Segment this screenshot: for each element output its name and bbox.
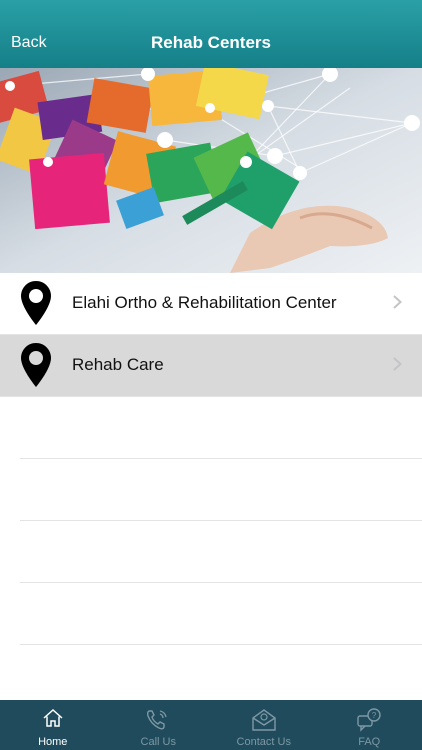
list-item-label: Elahi Ortho & Rehabilitation Center <box>72 293 337 312</box>
empty-list-row <box>20 397 422 459</box>
list-item-label: Rehab Care <box>72 355 164 374</box>
tab-label: Contact Us <box>236 736 291 748</box>
home-icon <box>43 708 63 727</box>
faq-chat-icon: ? <box>357 708 381 732</box>
tab-home[interactable]: Home <box>0 700 106 750</box>
rehab-centers-list: Elahi Ortho & Rehabilitation Center Reha… <box>0 273 422 645</box>
list-item[interactable]: Elahi Ortho & Rehabilitation Center <box>0 273 422 335</box>
navigation-bar: Back Rehab Centers <box>0 0 422 68</box>
tab-label: Call Us <box>140 736 176 748</box>
empty-list-row <box>20 583 422 645</box>
empty-list-row <box>20 521 422 583</box>
mail-icon <box>252 709 276 731</box>
tab-contact-us[interactable]: Contact Us <box>211 700 317 750</box>
hero-banner-image <box>0 68 422 273</box>
chevron-right-icon <box>393 295 402 309</box>
map-pin-icon <box>21 281 51 325</box>
map-pin-icon <box>21 343 51 387</box>
chevron-right-icon <box>393 357 402 371</box>
phone-icon <box>147 710 167 730</box>
tab-faq[interactable]: ? FAQ <box>317 700 422 750</box>
svg-text:?: ? <box>372 711 377 720</box>
list-item[interactable]: Rehab Care <box>0 335 422 397</box>
empty-list-row <box>20 459 422 521</box>
tab-label: Home <box>38 736 68 748</box>
tab-label: FAQ <box>358 736 381 748</box>
tab-call-us[interactable]: Call Us <box>106 700 212 750</box>
page-title: Rehab Centers <box>151 33 271 52</box>
tab-bar: Home Call Us Contact Us ? FAQ <box>0 700 422 750</box>
